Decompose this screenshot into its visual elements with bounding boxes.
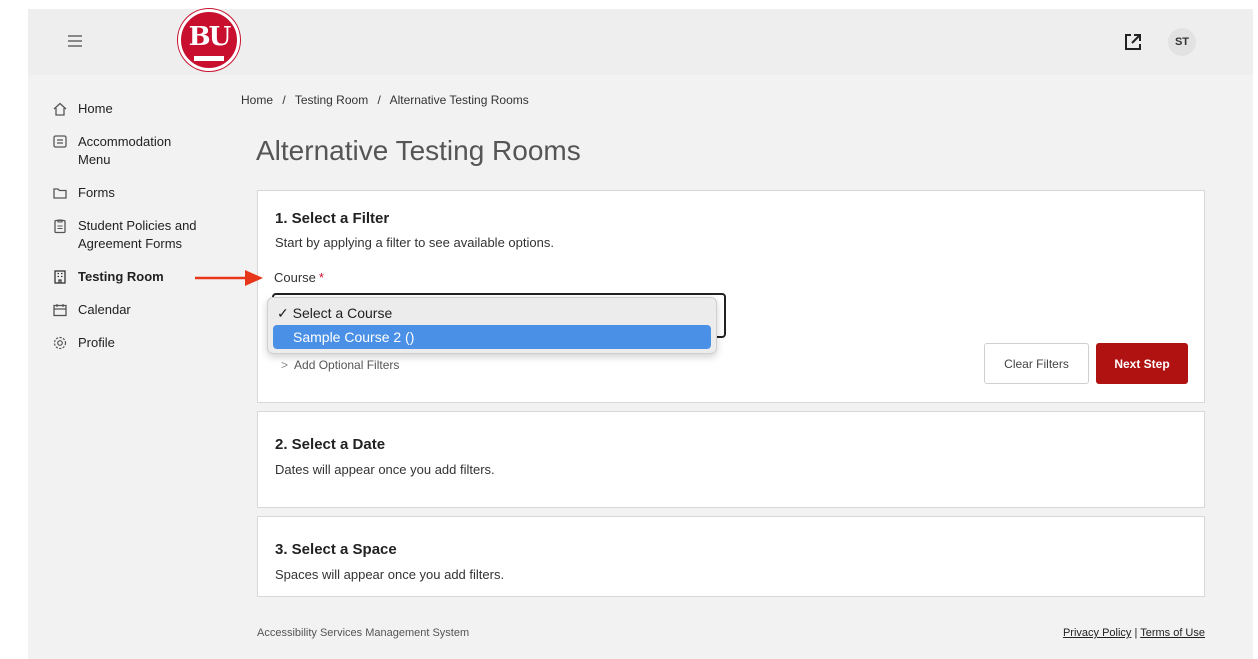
sidebar-item-label: Profile <box>78 335 115 350</box>
sidebar-item-label: Calendar <box>78 302 131 317</box>
footer-divider: | <box>1134 627 1138 639</box>
home-icon <box>53 102 67 116</box>
gear-icon <box>53 336 67 350</box>
sidebar-item-forms[interactable]: Forms <box>52 181 242 205</box>
sidebar-nav: Home Accommodation Menu Forms Student Po… <box>52 97 242 364</box>
step3-title: 3. Select a Space <box>275 541 397 558</box>
breadcrumb: Home / Testing Room / Alternative Testin… <box>241 93 529 107</box>
menu-toggle-icon[interactable] <box>68 35 82 47</box>
course-option-placeholder[interactable]: ✓ Select a Course <box>273 301 711 325</box>
course-label-text: Course <box>274 270 316 285</box>
sidebar-item-label: Testing Room <box>78 269 164 284</box>
footer-system-name: Accessibility Services Management System <box>257 627 470 639</box>
step2-description: Dates will appear once you add filters. <box>275 462 495 477</box>
sidebar-item-label: Accommodation Menu <box>78 134 172 167</box>
course-dropdown-menu: ✓ Select a Course Sample Course 2 () <box>267 297 717 354</box>
breadcrumb-testing-room-link[interactable]: Testing Room <box>295 93 368 107</box>
breadcrumb-separator: / <box>282 93 286 107</box>
folder-icon <box>53 188 67 199</box>
app-frame: BU ST Home Accommodation Menu Forms Stud… <box>28 9 1253 659</box>
logo-mark: BU <box>188 22 232 52</box>
clear-filters-button[interactable]: Clear Filters <box>984 343 1089 384</box>
sidebar-item-label: Student Policies and Agreement Forms <box>78 218 197 251</box>
sidebar-item-calendar[interactable]: Calendar <box>52 298 242 322</box>
breadcrumb-current: Alternative Testing Rooms <box>389 93 529 107</box>
course-option-sample-course-2[interactable]: Sample Course 2 () <box>273 325 711 349</box>
step1-description: Start by applying a filter to see availa… <box>275 235 554 250</box>
footer-links: Privacy Policy | Terms of Use <box>1063 627 1205 639</box>
terms-of-use-link[interactable]: Terms of Use <box>1140 627 1205 639</box>
add-optional-filters-toggle[interactable]: > Add Optional Filters <box>281 358 399 372</box>
required-marker: * <box>318 270 324 285</box>
top-header: BU ST <box>28 9 1253 75</box>
course-label: Course * <box>274 270 324 285</box>
step3-description: Spaces will appear once you add filters. <box>275 567 505 582</box>
privacy-policy-link[interactable]: Privacy Policy <box>1063 627 1131 639</box>
external-link-icon[interactable] <box>1123 32 1143 52</box>
next-step-button[interactable]: Next Step <box>1096 343 1188 384</box>
sidebar-item-accommodation-menu[interactable]: Accommodation Menu <box>52 130 242 172</box>
list-icon <box>53 135 67 148</box>
select-date-card: 2. Select a Date Dates will appear once … <box>257 411 1205 508</box>
sidebar-item-home[interactable]: Home <box>52 97 242 121</box>
user-avatar[interactable]: ST <box>1168 28 1196 56</box>
breadcrumb-home-link[interactable]: Home <box>241 93 273 107</box>
step2-title: 2. Select a Date <box>275 436 386 453</box>
optional-filters-label: Add Optional Filters <box>294 358 400 372</box>
clipboard-icon <box>54 219 66 234</box>
building-icon <box>54 270 66 284</box>
breadcrumb-separator: / <box>377 93 381 107</box>
calendar-icon <box>53 304 67 317</box>
chevron-right-icon: > <box>281 358 289 372</box>
select-space-card: 3. Select a Space Spaces will appear onc… <box>257 516 1205 597</box>
university-logo[interactable]: BU <box>178 9 240 71</box>
sidebar-item-student-policies[interactable]: Student Policies and Agreement Forms <box>52 214 242 256</box>
select-filter-card: 1. Select a Filter Start by applying a f… <box>257 190 1205 403</box>
sidebar-item-profile[interactable]: Profile <box>52 331 242 355</box>
page-title: Alternative Testing Rooms <box>256 135 581 166</box>
step1-title: 1. Select a Filter <box>275 210 390 227</box>
sidebar-item-label: Forms <box>78 185 115 200</box>
logo-ribbon <box>194 56 224 61</box>
sidebar-item-label: Home <box>78 101 113 116</box>
annotation-arrow-icon <box>195 270 263 286</box>
